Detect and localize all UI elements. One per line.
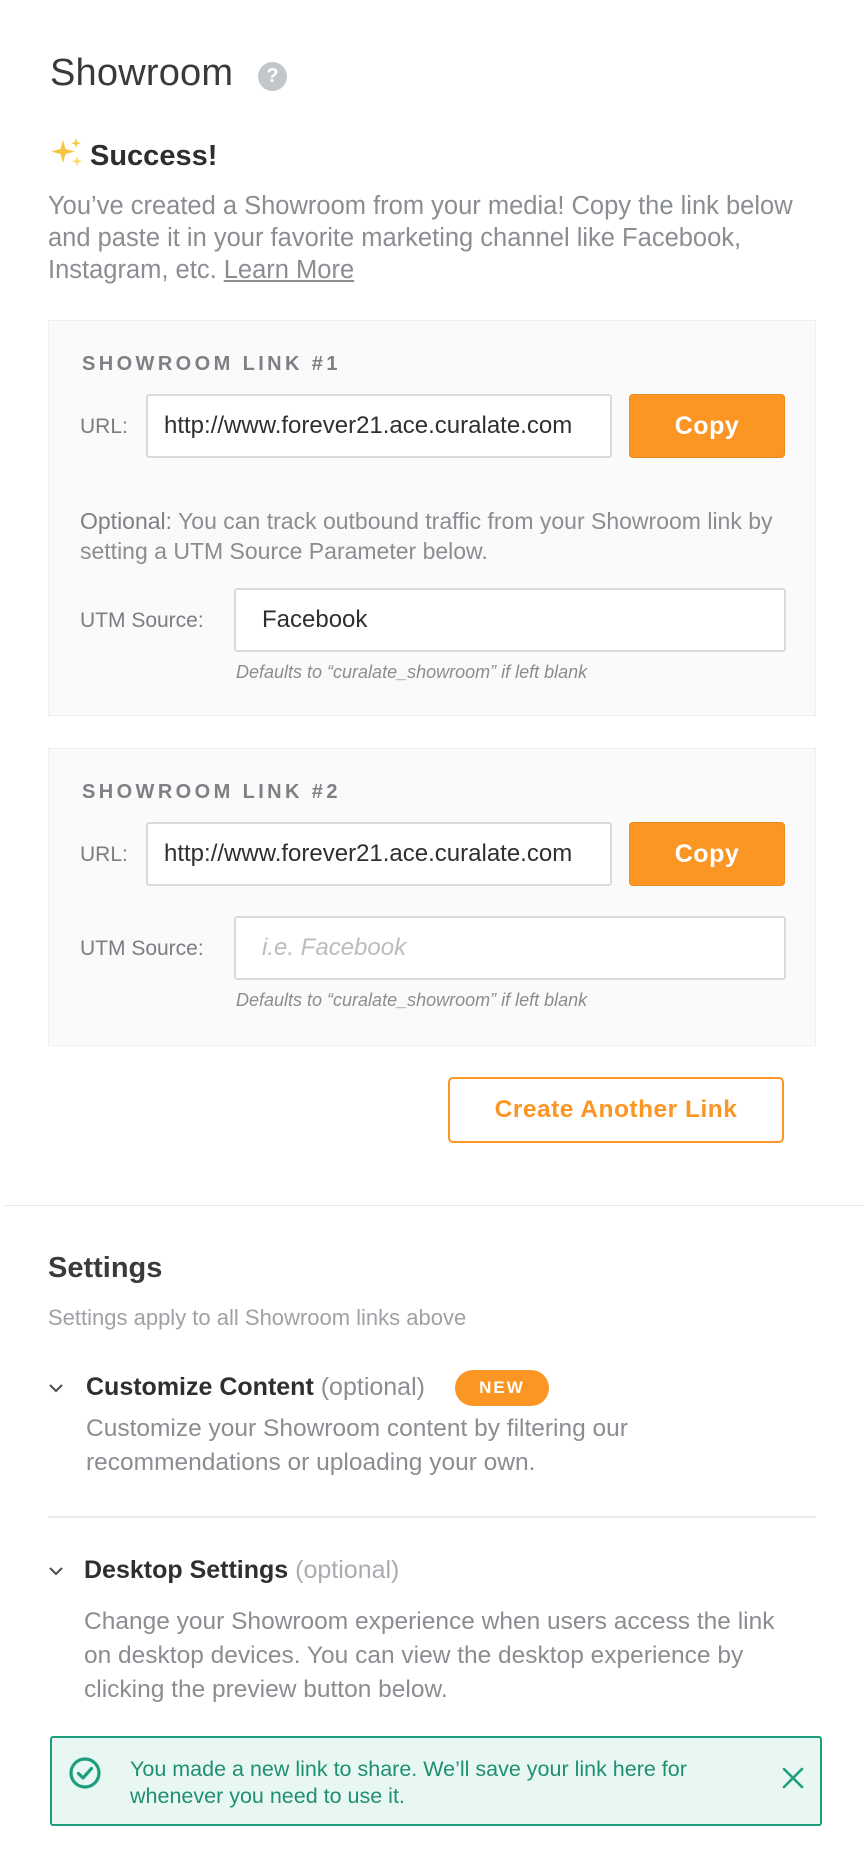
utm-source-placeholder: i.e. Facebook — [262, 934, 407, 961]
customize-content-description: Customize your Showroom content by filte… — [86, 1415, 628, 1476]
showroom-link-heading: SHOWROOM LINK #2 — [82, 781, 341, 803]
url-label: URL: — [80, 843, 128, 866]
optional-prefix: Optional: — [80, 508, 173, 534]
utm-source-hint: Defaults to “curalate_showroom” if left … — [236, 662, 588, 682]
showroom-link-card-2: SHOWROOM LINK #2 URL: http://www.forever… — [48, 748, 816, 1046]
create-another-link-button[interactable]: Create Another Link — [448, 1077, 784, 1143]
utm-source-input[interactable]: i.e. Facebook — [234, 916, 786, 980]
desktop-settings-description: Change your Showroom experience when use… — [84, 1608, 775, 1703]
section-optional-label: (optional) — [320, 1373, 425, 1401]
section-title-text: Desktop Settings — [84, 1556, 289, 1584]
url-field[interactable]: http://www.forever21.ace.curalate.com — [146, 394, 612, 458]
showroom-link-card-1: SHOWROOM LINK #1 URL: http://www.forever… — [48, 320, 816, 716]
success-toast: You made a new link to share. We’ll save… — [50, 1736, 822, 1826]
success-message: You’ve created a Showroom from your medi… — [48, 190, 808, 286]
utm-optional-note: Optional: You can track outbound traffic… — [80, 506, 780, 566]
desktop-settings-toggle[interactable]: Desktop Settings (optional) — [48, 1552, 468, 1592]
url-label: URL: — [80, 415, 128, 438]
copy-button[interactable]: Copy — [629, 822, 785, 886]
sparkles-icon — [51, 138, 83, 167]
section-optional-label: (optional) — [295, 1556, 400, 1584]
close-icon[interactable] — [779, 1764, 807, 1792]
chevron-down-icon — [49, 1567, 63, 1576]
success-message-text: You’ve created a Showroom from your medi… — [48, 192, 793, 284]
settings-title: Settings — [48, 1252, 163, 1284]
section-title-text: Customize Content — [86, 1373, 314, 1401]
url-field[interactable]: http://www.forever21.ace.curalate.com — [146, 822, 612, 886]
showroom-link-heading: SHOWROOM LINK #1 — [82, 353, 341, 375]
learn-more-link[interactable]: Learn More — [224, 256, 354, 284]
divider — [4, 1205, 864, 1206]
customize-content-title: Customize Content (optional) — [86, 1373, 425, 1402]
utm-source-hint: Defaults to “curalate_showroom” if left … — [236, 990, 588, 1010]
optional-text: You can track outbound traffic from your… — [80, 508, 773, 564]
section-divider — [48, 1516, 816, 1518]
success-title: Success! — [90, 140, 218, 172]
question-circle-icon[interactable]: ? — [258, 62, 287, 91]
new-badge: NEW — [455, 1370, 549, 1406]
check-circle-icon — [69, 1757, 101, 1789]
utm-source-label: UTM Source: — [80, 937, 204, 960]
desktop-settings-title: Desktop Settings (optional) — [84, 1556, 399, 1585]
utm-source-label: UTM Source: — [80, 609, 204, 632]
utm-source-input[interactable]: Facebook — [234, 588, 786, 652]
settings-subtitle: Settings apply to all Showroom links abo… — [48, 1305, 467, 1330]
chevron-down-icon — [49, 1384, 63, 1393]
page-title: Showroom — [50, 52, 234, 94]
copy-button[interactable]: Copy — [629, 394, 785, 458]
toast-message: You made a new link to share. We’ll save… — [130, 1757, 687, 1808]
